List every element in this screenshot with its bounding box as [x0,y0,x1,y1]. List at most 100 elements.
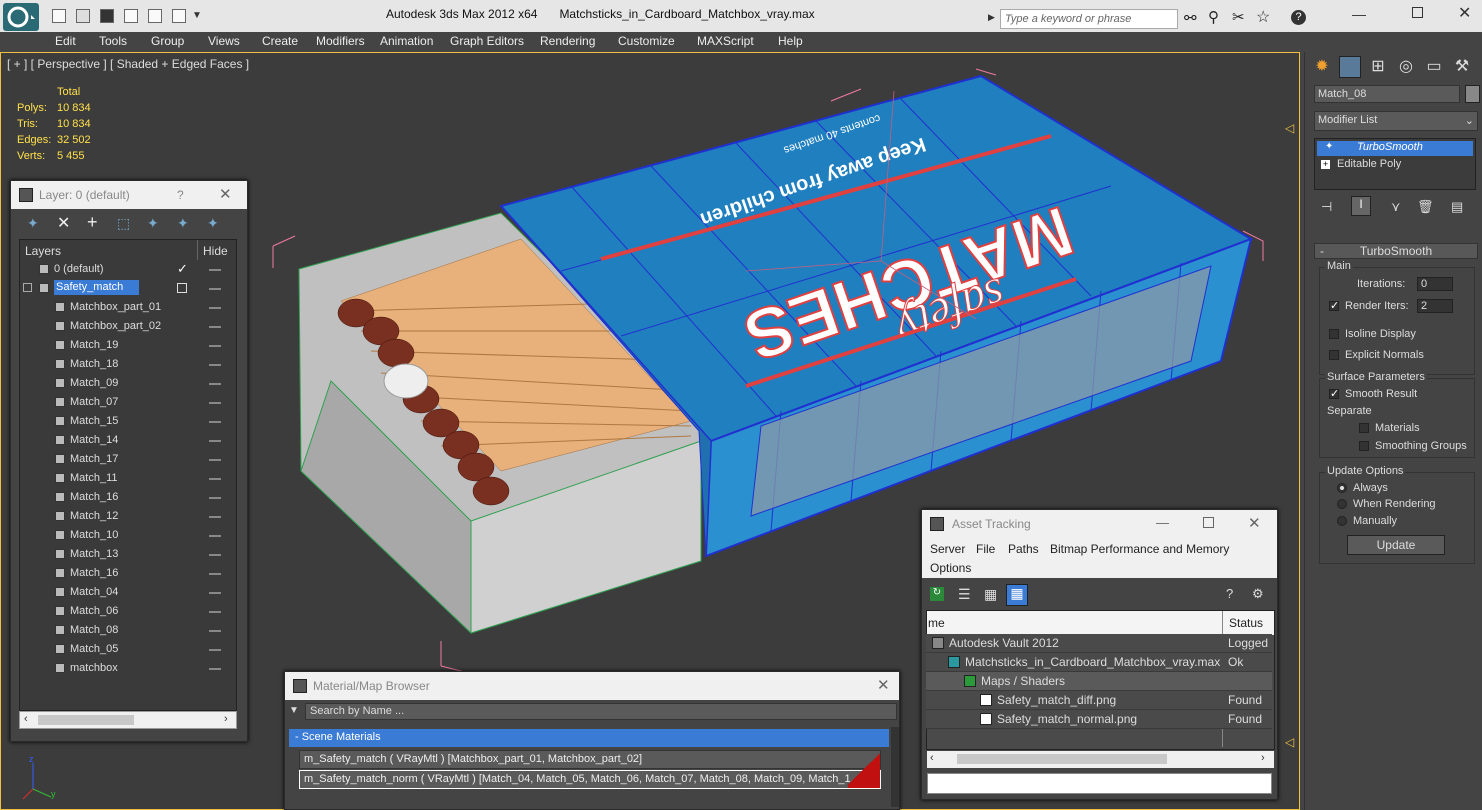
scroll-thumb[interactable] [38,715,134,725]
highlight-layer-icon[interactable]: ✦ [147,215,163,231]
layer-object-row[interactable]: Match_12 [21,507,236,526]
hide-toggle[interactable] [209,554,221,556]
layer-object-row[interactable]: Match_19 [21,336,236,355]
expand-icon[interactable]: + [1321,160,1330,169]
new-file-icon[interactable] [52,9,66,23]
quick-access-dropdown-icon[interactable]: ▼ [192,10,202,21]
asset-row[interactable]: Maps / Shaders [926,672,1272,691]
motion-tab-icon[interactable]: ◎ [1395,56,1417,78]
render-iters-checkbox[interactable] [1329,299,1339,312]
maximize-button[interactable] [1412,7,1423,18]
layer-object-row[interactable]: Matchbox_part_02 [21,317,236,336]
scroll-left-icon[interactable]: ‹ [24,713,28,725]
utilities-tab-icon[interactable]: ⚒ [1451,56,1473,78]
redo-icon[interactable] [148,9,162,23]
hide-toggle[interactable] [209,383,221,385]
material-row[interactable]: m_Safety_match_norm ( VRayMtl ) [Match_0… [299,770,881,789]
asset-row[interactable]: Matchsticks_in_Cardboard_Matchbox_vray.m… [926,653,1272,672]
asset-menu-paths[interactable]: Paths [1008,542,1039,556]
search-arrow-icon[interactable]: ▶ [988,12,995,23]
manually-radio[interactable] [1337,516,1347,526]
layer-object-row[interactable]: matchbox [21,659,236,678]
layer-object-row[interactable]: Match_13 [21,545,236,564]
menu-tools[interactable]: Tools [99,34,127,48]
display-tab-icon[interactable]: ▭ [1423,56,1445,78]
asset-menu-options[interactable]: Options [930,561,971,575]
layer-window-help-button[interactable]: ? [177,188,184,202]
favorites-icon[interactable]: ☆ [1256,7,1270,27]
menu-graph-editors[interactable]: Graph Editors [450,34,524,48]
iterations-spinner[interactable]: 0 [1417,277,1453,291]
asset-hscroll[interactable]: ‹ › [927,751,1274,768]
asset-menu-file[interactable]: File [976,542,995,556]
smoothing-groups-checkbox[interactable] [1359,441,1369,451]
hide-toggle[interactable] [209,421,221,423]
object-name-field[interactable]: Match_08 [1314,85,1460,103]
hide-toggle[interactable] [209,573,221,575]
help-icon[interactable]: ? [1291,10,1306,25]
menu-rendering[interactable]: Rendering [540,34,595,48]
layer-object-row[interactable]: Match_18 [21,355,236,374]
set-current-layer-icon[interactable] [177,283,187,293]
delete-layer-icon[interactable]: ✕ [57,213,73,232]
freeze-unfreeze-all-icon[interactable]: ✦ [207,215,223,231]
always-radio[interactable] [1337,483,1347,493]
scroll-right-icon[interactable]: › [1261,752,1265,764]
modify-tab-icon[interactable] [1339,56,1361,78]
hide-toggle[interactable] [209,269,221,271]
material-search-input[interactable]: Search by Name ... [305,703,897,720]
hide-toggle[interactable] [209,592,221,594]
browser-vscroll[interactable] [891,727,899,807]
hide-toggle[interactable] [209,630,221,632]
asset-minimize-button[interactable]: — [1156,515,1169,530]
select-objects-icon[interactable]: ⬚ [117,215,133,231]
close-button[interactable]: ✕ [1458,3,1471,23]
hide-toggle[interactable] [209,668,221,670]
hierarchy-tab-icon[interactable]: ⊞ [1367,56,1389,78]
layer-object-row[interactable]: Match_04 [21,583,236,602]
add-to-layer-icon[interactable]: + [87,212,103,232]
menu-customize[interactable]: Customize [618,34,675,48]
materials-checkbox[interactable] [1359,423,1369,433]
asset-tracking-header[interactable]: Asset Tracking — ✕ [922,510,1277,538]
expand-icon[interactable] [23,283,32,292]
isoline-display-checkbox[interactable] [1329,329,1339,339]
layer-object-row[interactable]: Match_06 [21,602,236,621]
hide-toggle[interactable] [209,345,221,347]
browser-options-icon[interactable]: ▼ [289,705,299,716]
menu-views[interactable]: Views [208,34,240,48]
hide-toggle[interactable] [209,326,221,328]
undo-icon[interactable] [124,9,138,23]
hide-toggle[interactable] [209,364,221,366]
refresh-icon[interactable]: ↻ [930,587,944,601]
object-color-swatch[interactable] [1465,85,1480,103]
thumbnail-view-icon[interactable]: ▦ [984,586,997,603]
hide-toggle[interactable] [209,516,221,518]
menu-animation[interactable]: Animation [380,34,433,48]
asset-row[interactable]: Autodesk Vault 2012 Logged [926,634,1272,653]
pin-stack-icon[interactable]: ⊣ [1321,199,1332,215]
create-layer-icon[interactable]: ✦ [27,215,43,231]
table-view-icon[interactable]: ▦ [1006,584,1028,606]
asset-settings-icon[interactable]: ⚙ [1252,586,1264,602]
stack-item-turbosmooth[interactable]: TurboSmooth [1317,141,1473,156]
layer-object-row[interactable]: Match_09 [21,374,236,393]
status-column-header[interactable]: Status [1229,616,1263,630]
save-file-icon[interactable] [100,9,114,23]
name-column-header[interactable]: me [928,616,945,630]
communication-center-icon[interactable]: ⚲ [1208,8,1219,26]
hide-toggle[interactable] [209,307,221,309]
turbosmooth-rollout-header[interactable]: - TurboSmooth [1314,243,1478,259]
hide-toggle[interactable] [209,611,221,613]
asset-maximize-button[interactable] [1203,517,1214,528]
scene-materials-header[interactable]: - Scene Materials [289,729,889,747]
scroll-left-icon[interactable]: ‹ [930,752,934,764]
layer-object-row[interactable]: Matchbox_part_01 [21,298,236,317]
asset-row[interactable]: Safety_match_normal.png Found [926,710,1272,729]
layer-object-row[interactable]: Match_16 [21,488,236,507]
layer-object-row[interactable]: Match_14 [21,431,236,450]
current-layer-check-icon[interactable]: ✓ [177,261,188,277]
layer-object-row[interactable]: Match_16 [21,564,236,583]
hide-unhide-all-icon[interactable]: ✦ [177,215,193,231]
layer-object-row[interactable]: Match_11 [21,469,236,488]
